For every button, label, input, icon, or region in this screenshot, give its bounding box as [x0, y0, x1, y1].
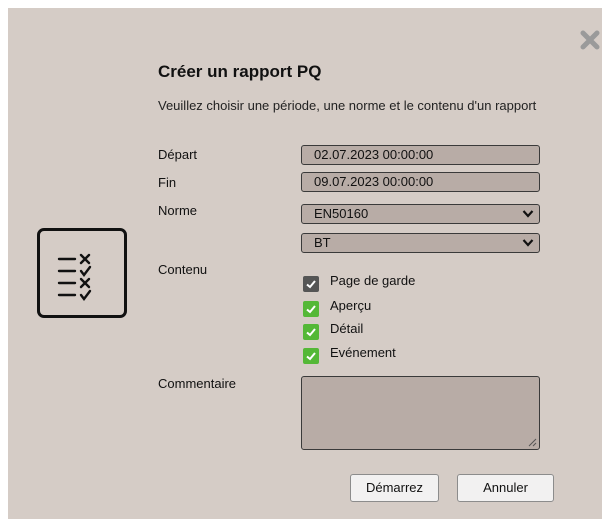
- dialog-title: Créer un rapport PQ: [158, 62, 322, 81]
- content-option-label: Aperçu: [330, 298, 372, 313]
- checkbox-checked-icon[interactable]: [303, 301, 319, 317]
- voltage-select-value: BT: [314, 235, 331, 250]
- content-option-label: Détail: [330, 321, 364, 336]
- content-label: Contenu: [158, 262, 208, 277]
- norm-select[interactable]: EN50160: [301, 204, 540, 224]
- content-option-label: Evénement: [330, 345, 396, 360]
- chevron-down-icon: [522, 239, 534, 247]
- start-label: Départ: [158, 147, 198, 162]
- voltage-select[interactable]: BT: [301, 233, 540, 253]
- cancel-button[interactable]: Annuler: [457, 474, 554, 502]
- create-report-dialog: Créer un rapport PQ Veuillez choisir une…: [8, 8, 602, 519]
- checkbox-checked-icon[interactable]: [303, 324, 319, 340]
- checklist-report-icon: [37, 228, 127, 318]
- checkbox-checked-icon[interactable]: [303, 276, 319, 292]
- close-icon[interactable]: [579, 29, 601, 51]
- checkbox-checked-icon[interactable]: [303, 348, 319, 364]
- dialog-subtitle: Veuillez choisir une période, une norme …: [158, 98, 537, 113]
- norm-select-value: EN50160: [314, 206, 369, 221]
- end-label: Fin: [158, 175, 177, 190]
- end-datetime-input[interactable]: 09.07.2023 00:00:00: [301, 172, 540, 192]
- comment-textarea[interactable]: [301, 376, 540, 450]
- content-option-label: Page de garde: [330, 273, 416, 288]
- start-datetime-input[interactable]: 02.07.2023 00:00:00: [301, 145, 540, 165]
- norm-label: Norme: [158, 203, 198, 218]
- comment-label: Commentaire: [158, 376, 237, 391]
- start-button[interactable]: Démarrez: [350, 474, 439, 502]
- chevron-down-icon: [522, 210, 534, 218]
- resize-grip-icon[interactable]: [528, 438, 537, 447]
